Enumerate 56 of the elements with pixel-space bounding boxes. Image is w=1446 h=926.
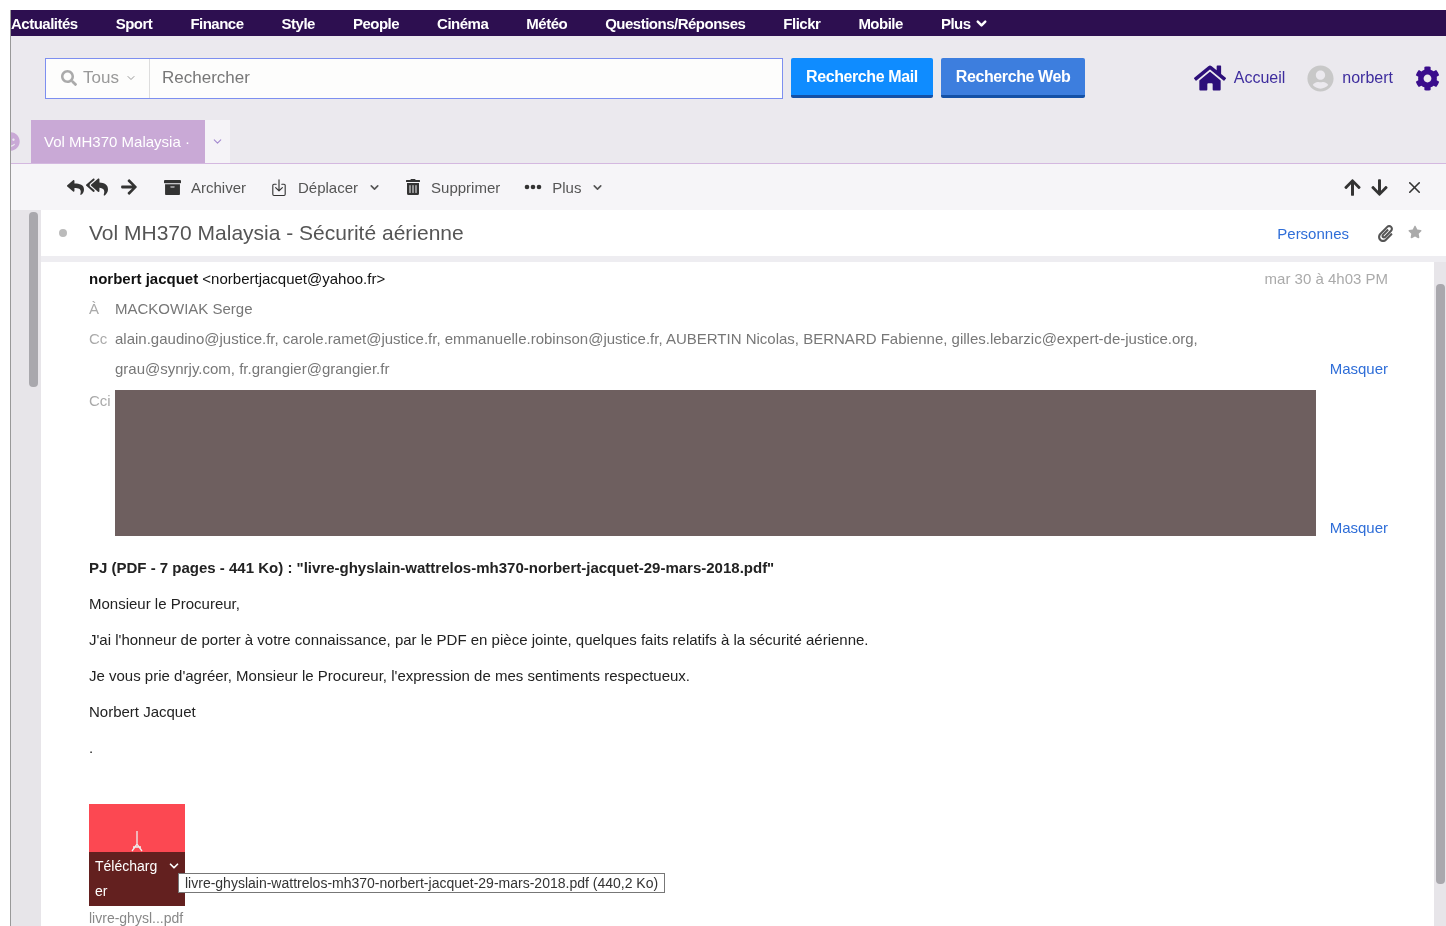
body-paragraph: Monsieur le Procureur,	[89, 594, 241, 614]
body-paragraph: PJ (PDF - 7 pages - 441 Ko) : "livre-ghyslain-wattrelos-mh370-norbert-jacquet-29-mars-2018.pdf"	[89, 558, 776, 578]
body-paragraph: J'ai l'honneur de porter à votre connaissance, par le PDF en pièce jointe, quelques faits relatifs à la sécurité aérienne.	[89, 630, 870, 650]
nav-link[interactable]: Sport	[115, 14, 153, 32]
recipient: MACKOWIAK Serge	[115, 300, 253, 317]
arrow-up-icon[interactable]	[1343, 177, 1362, 197]
search-icon	[61, 70, 77, 86]
hide-link[interactable]: Masquer	[1329, 360, 1388, 377]
nav-link[interactable]: Actualités	[11, 14, 78, 32]
attachment-filename: livre-ghysl...pdf	[89, 910, 185, 926]
avatar-icon	[1307, 64, 1335, 92]
toolbar-button[interactable]: Archiver	[164, 178, 246, 196]
to-label: À	[89, 300, 100, 317]
message-subject: Vol MH370 Malaysia - Sécurité aérienne	[89, 221, 464, 245]
nav-link[interactable]: Questions/Réponses	[605, 14, 746, 32]
message-date: mar 30 à 4h03 PM	[1264, 270, 1388, 287]
nav-link[interactable]: Style	[281, 14, 315, 32]
scrollbar-thumb[interactable]	[29, 212, 38, 387]
settings-icon[interactable]	[1415, 65, 1440, 91]
search-button[interactable]: Recherche Web	[940, 58, 1086, 98]
body-paragraph: Norbert Jacquet	[89, 702, 197, 722]
nav-link[interactable]: Flickr	[783, 14, 821, 32]
nav-more-link[interactable]: Plus	[940, 14, 989, 32]
download-button[interactable]: Télécharger	[89, 852, 185, 906]
nav-link[interactable]: Météo	[526, 14, 568, 32]
reply-all-icon[interactable]	[86, 176, 108, 198]
tooltip: livre-ghyslain-wattrelos-mh370-norbert-jacquet-29-mars-2018.pdf (440,2 Ko)	[178, 873, 666, 893]
arrow-down-icon[interactable]	[1370, 177, 1389, 197]
pdf-icon	[130, 830, 144, 852]
body-paragraph: .	[89, 738, 95, 758]
unread-dot	[59, 229, 67, 237]
cc-recipients: grau@synrjy.com, fr.grangier@grangier.fr	[115, 360, 390, 377]
box-arrow-icon	[270, 178, 288, 196]
home-link[interactable]: Accueil	[1193, 62, 1286, 94]
contacts-link[interactable]: Personnes	[1277, 224, 1349, 242]
archive-icon	[164, 178, 181, 196]
cc-recipients: alain.gaudino@justice.fr, carole.ramet@justice.fr, emmanuelle.robinson@justice.fr, AUBERTIN Nicolas, BERNARD Fabienne, gilles.lebarzic@expert-de-justice.org,	[115, 330, 1198, 347]
forward-icon[interactable]	[120, 178, 138, 196]
scrollbar-thumb[interactable]	[1435, 284, 1445, 884]
sender: norbert jacquet <norbertjacquet@yahoo.fr>	[89, 270, 386, 287]
dots-icon	[524, 184, 543, 190]
toolbar-button[interactable]: Déplacer	[270, 178, 382, 196]
cc-label: Cc	[89, 330, 107, 347]
reply-icon[interactable]	[67, 178, 84, 196]
toolbar-button[interactable]: Plus	[524, 178, 605, 196]
trash-icon	[405, 179, 422, 195]
paperclip-icon	[1377, 224, 1394, 242]
body-paragraph: Je vous prie d'agréer, Monsieur le Procureur, l'expression de mes sentiments respectueux.	[89, 666, 692, 686]
hide-link[interactable]: Masquer	[1329, 519, 1388, 536]
nav-link[interactable]: Cinéma	[437, 14, 489, 32]
nav-link[interactable]: Mobile	[858, 14, 903, 32]
toolbar-button[interactable]: Supprimer	[405, 178, 501, 196]
nav-link[interactable]: People	[352, 14, 400, 32]
star-icon[interactable]	[1408, 224, 1422, 239]
nav-link[interactable]: Finance	[190, 14, 244, 32]
user-link[interactable]: norbert	[1307, 64, 1393, 92]
